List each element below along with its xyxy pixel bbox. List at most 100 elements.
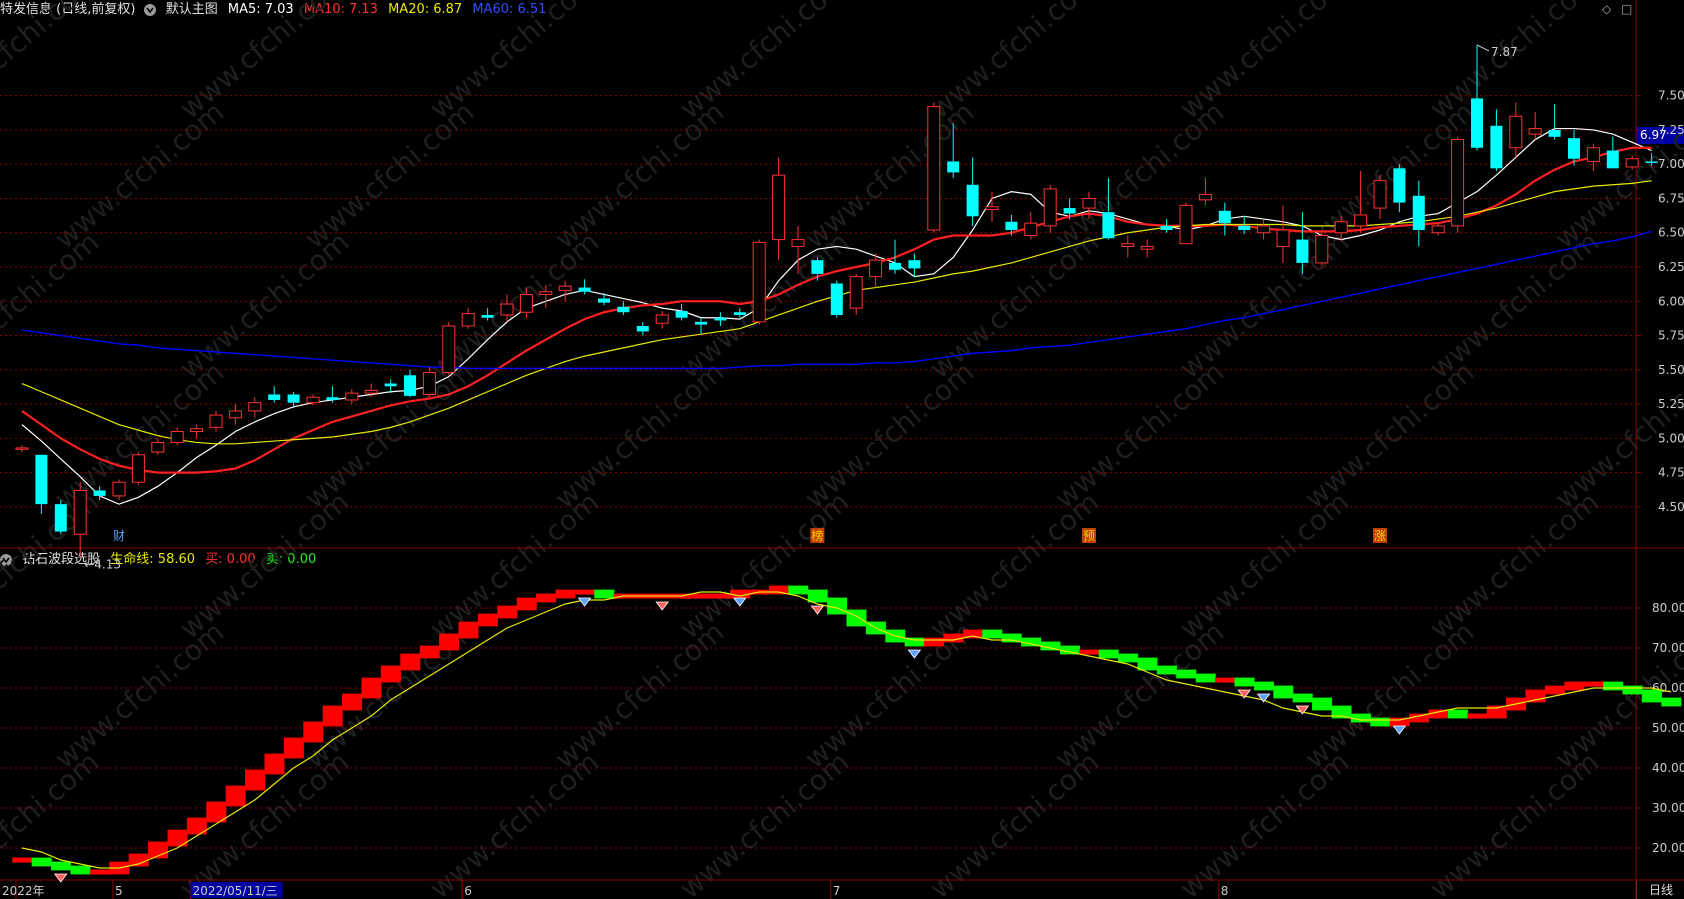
candle — [248, 397, 262, 418]
candle-body — [1238, 225, 1251, 231]
candle-body — [966, 184, 979, 217]
candle-body — [985, 206, 999, 210]
band-step — [924, 637, 945, 647]
candle — [830, 280, 843, 318]
candle — [985, 191, 999, 222]
candle — [869, 253, 883, 288]
band-step — [497, 605, 518, 619]
main-y-tick-label: 7.00 — [1658, 157, 1684, 171]
band-step — [1603, 681, 1624, 691]
watermark-text: www.cfchi.com — [0, 225, 105, 385]
main-y-tick-label: 4.50 — [1658, 500, 1684, 514]
candle — [54, 500, 67, 535]
band-step — [31, 857, 52, 867]
sub-y-tick-label: 20.00 — [1652, 841, 1684, 855]
candle — [1257, 219, 1271, 240]
candle — [1179, 202, 1193, 245]
candle-body — [1431, 225, 1445, 234]
candle — [1140, 239, 1154, 258]
band-step — [1622, 685, 1643, 695]
candle — [268, 386, 281, 403]
candle-body — [481, 314, 494, 318]
candle — [1393, 164, 1406, 213]
candle-body — [1625, 158, 1639, 168]
candle-body — [1102, 212, 1115, 239]
band-step — [594, 589, 615, 599]
candle-body — [1179, 204, 1193, 245]
candle-body — [170, 430, 184, 443]
candle-body — [1121, 243, 1135, 247]
candle-body — [791, 239, 805, 247]
band-step — [51, 861, 72, 871]
band-step — [1234, 677, 1255, 687]
candle-body — [714, 317, 727, 321]
candle — [655, 310, 669, 329]
main-y-tick-label: 6.25 — [1658, 260, 1684, 274]
candle-body — [1024, 222, 1038, 236]
candle-body — [228, 410, 242, 419]
candle-body — [1645, 161, 1658, 163]
main-y-tick-label: 4.75 — [1658, 466, 1684, 480]
candle — [1606, 136, 1619, 169]
date-axis-label: 5 — [115, 884, 123, 898]
candle-body — [1005, 221, 1018, 231]
candle-body — [1586, 147, 1600, 162]
candle-body — [1509, 115, 1523, 149]
watermark-layer: www.cfchi.com www.cfchi.com www.cfchi.com w… — [0, 0, 1684, 899]
candle-body — [519, 293, 533, 313]
candle-body — [190, 428, 204, 432]
band-step — [245, 769, 266, 791]
candle — [442, 321, 456, 376]
candle-body — [1160, 225, 1173, 231]
date-axis-label: 8 — [1221, 884, 1229, 898]
candle-body — [1568, 138, 1580, 159]
watermark-text: www.cfchi.com — [1548, 615, 1684, 775]
diamond-buy-icon — [1256, 693, 1271, 703]
candle-body — [1471, 98, 1483, 148]
band-step — [536, 593, 557, 603]
date-axis-label: 6 — [464, 884, 472, 898]
candle — [228, 404, 242, 425]
chart-canvas[interactable]: www.cfchi.com www.cfchi.com www.cfchi.com w… — [0, 0, 1684, 899]
band-step — [322, 705, 343, 727]
candle-body — [772, 174, 786, 241]
candle — [1490, 109, 1503, 172]
candle — [190, 424, 204, 439]
event-marker-label: 榜 — [811, 528, 823, 543]
band-step — [439, 633, 460, 651]
diamond-buy-icon — [1392, 725, 1407, 735]
band-step — [89, 869, 110, 875]
candle-body — [306, 396, 320, 404]
candle-body — [947, 161, 960, 173]
event-marker-label: 预 — [1083, 529, 1095, 543]
candle-body — [326, 397, 339, 400]
candle — [578, 279, 591, 295]
sub-y-tick-label: 30.00 — [1652, 801, 1684, 815]
band-step — [827, 597, 848, 615]
candle — [675, 304, 688, 321]
band-step — [1195, 673, 1216, 683]
candle-body — [1043, 188, 1057, 227]
band-step — [788, 585, 809, 595]
main-y-tick-label: 7.25 — [1658, 123, 1684, 137]
band-step — [400, 653, 421, 671]
candle-body — [908, 260, 921, 269]
candle-body — [733, 312, 746, 315]
candle-body — [1354, 214, 1368, 227]
event-marker: 预 — [1082, 528, 1096, 543]
sub-y-tick-label: 40.00 — [1652, 761, 1684, 775]
band-step — [1583, 681, 1604, 687]
event-marker: 榜 — [810, 528, 825, 543]
candle — [1451, 136, 1465, 233]
candle — [15, 445, 29, 453]
main-y-tick-label: 5.25 — [1658, 397, 1684, 411]
band-step — [1098, 649, 1119, 659]
main-y-tick-label: 5.00 — [1658, 431, 1684, 445]
sub-y-tick-label: 80.00 — [1652, 601, 1684, 615]
main-y-tick-label: 5.50 — [1658, 363, 1684, 377]
candle — [617, 301, 630, 315]
candle-body — [675, 310, 688, 318]
band-step — [846, 609, 867, 627]
band-step — [1350, 713, 1371, 723]
candle-body — [209, 414, 223, 428]
